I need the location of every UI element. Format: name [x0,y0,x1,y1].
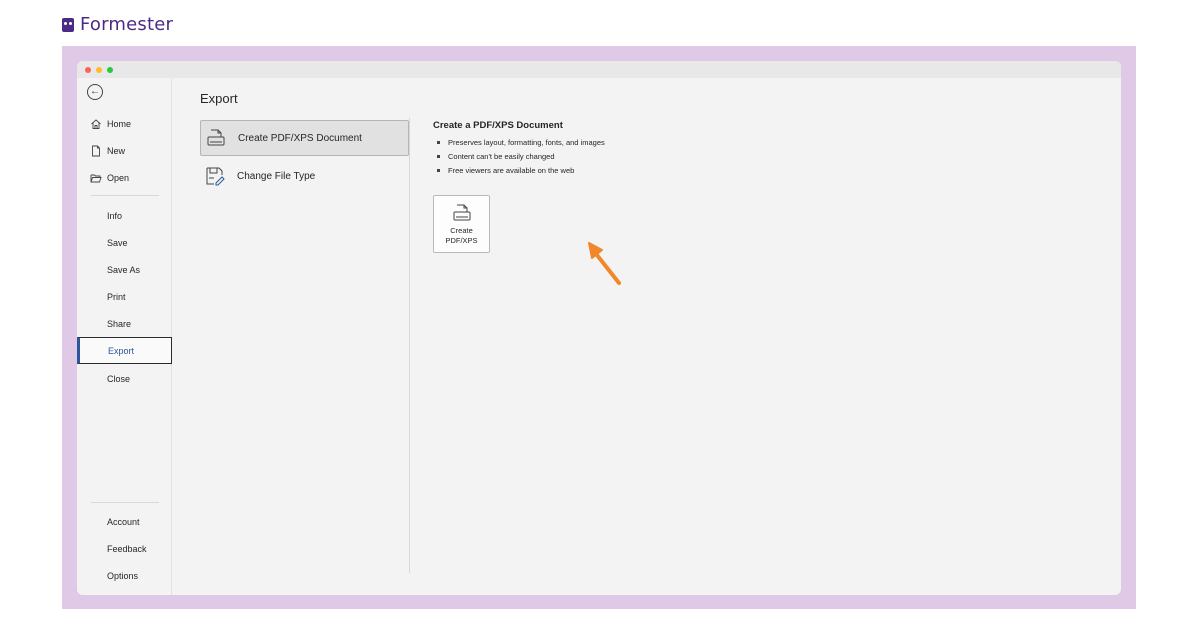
app-window: ← Home New Open Info Save Save As Print … [77,61,1121,595]
minimize-window-button[interactable] [96,66,102,73]
sidebar-item-info[interactable]: Info [77,202,172,229]
sidebar-item-label: Print [107,291,126,302]
back-arrow-icon[interactable]: ← [87,84,103,100]
sidebar-item-open[interactable]: Open [77,164,172,191]
sidebar-item-label: Options [107,570,139,581]
change-file-type-icon [206,167,225,186]
change-file-type-option[interactable]: Change File Type [200,158,409,194]
sidebar-item-label: Account [107,516,140,527]
export-options-list: Create PDF/XPS Document Change File Type [173,118,410,573]
screenshot-frame: ← Home New Open Info Save Save As Print … [62,46,1136,609]
sidebar-item-label: Info [107,210,123,221]
sidebar-item-home[interactable]: Home [77,110,172,137]
backstage-sidebar: ← Home New Open Info Save Save As Print … [77,78,172,595]
detail-title: Create a PDF/XPS Document [433,120,563,131]
formester-logo-icon [62,17,74,32]
sidebar-item-export[interactable]: Export [77,337,172,364]
brand-header: Formester [62,14,173,35]
sidebar-item-share[interactable]: Share [77,310,172,337]
new-document-icon [90,145,102,157]
sidebar-item-label: New [107,145,126,156]
sidebar-item-save[interactable]: Save [77,229,172,256]
sidebar-item-options[interactable]: Options [77,562,172,589]
option-label: Create PDF/XPS Document [238,132,362,144]
sidebar-item-label: Save As [107,264,141,275]
detail-bullets: Preserves layout, formatting, fonts, and… [433,135,605,177]
folder-open-icon [90,172,102,184]
sidebar-divider [91,502,159,503]
sidebar-item-label: Close [107,373,131,384]
sidebar-divider [91,195,159,196]
sidebar-item-label: Home [107,118,132,129]
sidebar-item-label: Save [107,237,128,248]
sidebar-item-close[interactable]: Close [77,365,172,392]
sidebar-item-label: Share [107,318,132,329]
list-item: Preserves layout, formatting, fonts, and… [433,135,605,149]
create-button-label: Create PDF/XPS [445,226,478,245]
sidebar-item-new[interactable]: New [77,137,172,164]
export-detail: Create a PDF/XPS Document Preserves layo… [433,120,605,177]
list-item: Free viewers are available on the web [433,163,605,177]
title-bar [77,61,1121,78]
option-label: Change File Type [237,170,316,182]
close-window-button[interactable] [85,66,91,73]
sidebar-item-label: Open [107,172,130,183]
page-title: Export [200,91,238,106]
annotation-arrow-icon [588,242,621,285]
create-pdf-xps-button[interactable]: Create PDF/XPS [433,195,490,253]
sidebar-item-label: Export [108,345,135,356]
sidebar-item-label: Feedback [107,543,147,554]
printer-document-icon [453,204,470,221]
sidebar-item-feedback[interactable]: Feedback [77,535,172,562]
maximize-window-button[interactable] [107,66,113,73]
export-pane: Export Create PDF/XPS Document Change Fi… [173,78,1121,595]
sidebar-item-print[interactable]: Print [77,283,172,310]
list-item: Content can't be easily changed [433,149,605,163]
create-pdf-xps-option[interactable]: Create PDF/XPS Document [200,120,409,156]
brand-name: Formester [80,14,174,35]
sidebar-item-account[interactable]: Account [77,508,172,535]
home-icon [90,118,102,130]
sidebar-item-save-as[interactable]: Save As [77,256,172,283]
pdf-document-icon [207,129,225,146]
